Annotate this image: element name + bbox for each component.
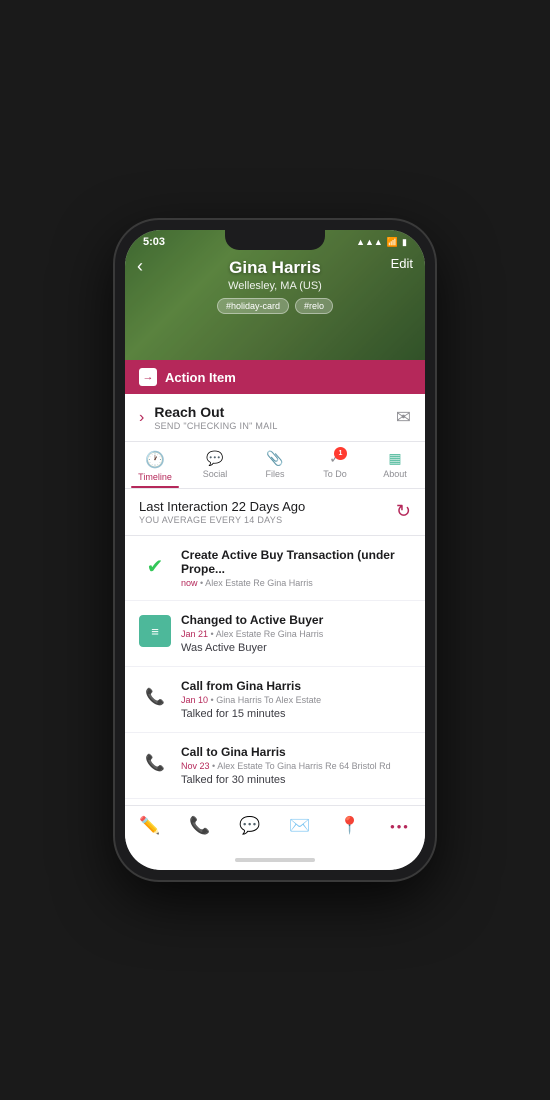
timeline-body-1: Create Active Buy Transaction (under Pro… — [181, 548, 411, 588]
last-interaction-bar: Last Interaction 22 Days Ago YOU AVERAGE… — [125, 489, 425, 536]
wifi-icon: 📶 — [387, 237, 398, 248]
action-item-bar[interactable]: → Action Item — [125, 360, 425, 394]
tab-todo[interactable]: ✓ 1 To Do — [305, 442, 365, 488]
nav-edit-button[interactable]: ✏️ — [125, 816, 175, 836]
mail-icon[interactable]: ✉ — [396, 407, 411, 428]
last-interaction-sub: YOU AVERAGE EVERY 14 DAYS — [139, 515, 305, 525]
nav-more-button[interactable]: ••• — [375, 816, 425, 836]
nav-location-button[interactable]: 📍 — [325, 816, 375, 836]
timeline-title-2: Changed to Active Buyer — [181, 613, 411, 627]
phone-screen: 5:03 ▲▲▲ 📶 ▮ ‹ Edit Gina Harris Wellesle… — [125, 230, 425, 870]
notch — [225, 230, 325, 250]
home-bar — [235, 858, 315, 862]
timeline-icon: 🕐 — [145, 450, 165, 470]
timeline-person-1: • Alex Estate Re Gina Harris — [200, 578, 313, 588]
timeline-desc-2: Was Active Buyer — [181, 642, 411, 654]
call-out-icon: 📞 — [139, 747, 171, 779]
back-button[interactable]: ‹ — [137, 256, 143, 277]
timeline-title-1: Create Active Buy Transaction (under Pro… — [181, 548, 411, 576]
tab-social[interactable]: 💬 Social — [185, 442, 245, 488]
tag-relo[interactable]: #relo — [295, 298, 333, 314]
timeline-person-4: • Alex Estate To Gina Harris Re 64 Brist… — [212, 761, 391, 771]
tab-files[interactable]: 📎 Files — [245, 442, 305, 488]
last-interaction-text: Last Interaction 22 Days Ago YOU AVERAGE… — [139, 499, 305, 525]
last-interaction-main: Last Interaction 22 Days Ago — [139, 499, 305, 514]
todo-badge: 1 — [334, 447, 347, 460]
reach-out-chevron-icon: › — [139, 409, 144, 427]
nav-mail-button[interactable]: ✉️ — [275, 816, 325, 836]
timeline-item[interactable]: 📞 Call to Gina Harris Nov 23 • Alex Esta… — [125, 733, 425, 799]
tab-social-label: Social — [203, 469, 228, 479]
tab-bar: 🕐 Timeline 💬 Social 📎 Files ✓ 1 To Do ▦ … — [125, 442, 425, 489]
timeline-title-4: Call to Gina Harris — [181, 745, 411, 759]
timeline-meta-3: Jan 10 • Gina Harris To Alex Estate — [181, 695, 411, 705]
timeline-person-2: • Alex Estate Re Gina Harris — [211, 629, 324, 639]
timeline-desc-4: Talked for 30 minutes — [181, 774, 411, 786]
check-icon: ✔ — [139, 550, 171, 582]
timeline-body-2: Changed to Active Buyer Jan 21 • Alex Es… — [181, 613, 411, 654]
files-icon: 📎 — [266, 450, 283, 467]
timeline-title-3: Call from Gina Harris — [181, 679, 411, 693]
contact-tags: #holiday-card #relo — [217, 298, 333, 314]
nav-call-button[interactable]: 📞 — [175, 816, 225, 836]
contact-location: Wellesley, MA (US) — [228, 280, 322, 292]
tab-timeline[interactable]: 🕐 Timeline — [125, 442, 185, 488]
tab-about[interactable]: ▦ About — [365, 442, 425, 488]
timeline-meta-4: Nov 23 • Alex Estate To Gina Harris Re 6… — [181, 761, 411, 771]
timeline-meta-1: now • Alex Estate Re Gina Harris — [181, 578, 411, 588]
timeline-body-3: Call from Gina Harris Jan 10 • Gina Harr… — [181, 679, 411, 720]
tag-holiday-card[interactable]: #holiday-card — [217, 298, 289, 314]
bottom-nav: ✏️ 📞 💬 ✉️ 📍 ••• — [125, 805, 425, 850]
contact-name: Gina Harris — [229, 258, 321, 278]
tab-files-label: Files — [265, 469, 284, 479]
timeline-date-3: Jan 10 — [181, 695, 208, 705]
doc-icon: ≡ — [139, 615, 171, 647]
reach-out-row[interactable]: › Reach Out SEND "CHECKING IN" MAIL ✉ — [125, 394, 425, 442]
timeline-body-4: Call to Gina Harris Nov 23 • Alex Estate… — [181, 745, 411, 786]
timeline-person-3: • Gina Harris To Alex Estate — [211, 695, 322, 705]
signal-icon: ▲▲▲ — [356, 237, 383, 247]
timeline-date-1: now — [181, 578, 198, 588]
timeline-desc-3: Talked for 15 minutes — [181, 708, 411, 720]
action-item-label: Action Item — [165, 370, 236, 385]
status-icons: ▲▲▲ 📶 ▮ — [356, 237, 407, 248]
scroll-content[interactable]: Last Interaction 22 Days Ago YOU AVERAGE… — [125, 489, 425, 805]
reach-out-text: Reach Out SEND "CHECKING IN" MAIL — [154, 404, 396, 431]
timeline-item[interactable]: ≡ Changed to Active Buyer Jan 21 • Alex … — [125, 601, 425, 667]
timeline-item[interactable]: ✔ Create Active Buy Transaction (under P… — [125, 536, 425, 601]
tab-todo-label: To Do — [323, 469, 347, 479]
social-icon: 💬 — [206, 450, 223, 467]
home-indicator — [125, 850, 425, 870]
timeline-meta-2: Jan 21 • Alex Estate Re Gina Harris — [181, 629, 411, 639]
reach-out-subtitle: SEND "CHECKING IN" MAIL — [154, 421, 396, 431]
timeline-date-4: Nov 23 — [181, 761, 210, 771]
status-time: 5:03 — [143, 236, 165, 248]
timeline-date-2: Jan 21 — [181, 629, 208, 639]
about-icon: ▦ — [388, 450, 401, 467]
action-item-icon: → — [139, 368, 157, 386]
tab-timeline-label: Timeline — [138, 472, 172, 482]
battery-icon: ▮ — [402, 237, 407, 248]
refresh-icon[interactable]: ↻ — [396, 501, 411, 522]
nav-message-button[interactable]: 💬 — [225, 816, 275, 836]
timeline-item[interactable]: 📞 Call from Gina Harris Jan 10 • Gina Ha… — [125, 667, 425, 733]
edit-button[interactable]: Edit — [391, 256, 413, 271]
call-in-icon: 📞 — [139, 681, 171, 713]
reach-out-title: Reach Out — [154, 404, 396, 420]
tab-about-label: About — [383, 469, 407, 479]
phone-frame: 5:03 ▲▲▲ 📶 ▮ ‹ Edit Gina Harris Wellesle… — [115, 220, 435, 880]
